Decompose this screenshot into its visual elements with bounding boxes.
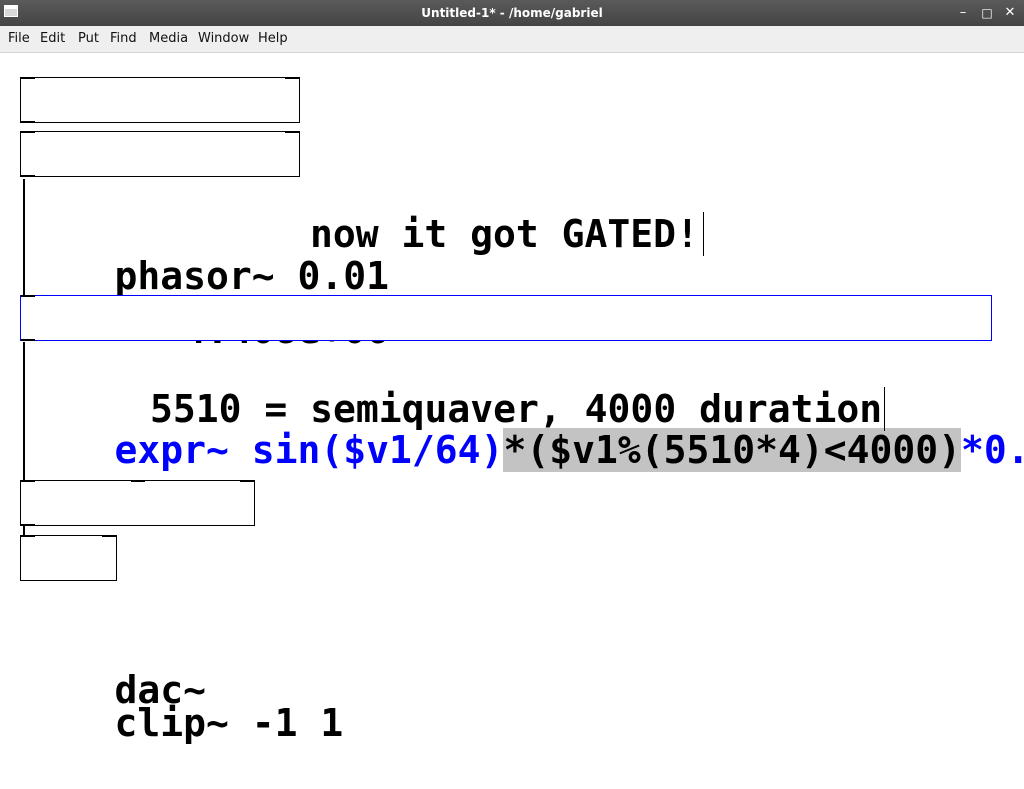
- inlet[interactable]: [21, 77, 35, 79]
- text-cursor: [884, 387, 886, 431]
- menu-window[interactable]: Window: [198, 26, 249, 52]
- expr-text-end[interactable]: *0.05: [961, 428, 1024, 472]
- comment-gated-text: now it got GATED!: [310, 212, 699, 256]
- minimize-icon[interactable]: –: [954, 4, 972, 22]
- menu-find[interactable]: Find: [110, 26, 137, 52]
- menu-media[interactable]: Media: [149, 26, 188, 52]
- outlet[interactable]: [21, 339, 35, 341]
- outlet[interactable]: [21, 121, 35, 123]
- inlet[interactable]: [285, 77, 299, 79]
- comment-gated[interactable]: now it got GATED!: [310, 212, 704, 256]
- comment-note[interactable]: 5510 = semiquaver, 4000 duration: [150, 387, 886, 431]
- inlet[interactable]: [21, 480, 35, 482]
- window-title: Untitled-1* - /home/gabriel: [421, 6, 603, 20]
- outlet[interactable]: [21, 524, 35, 526]
- close-icon[interactable]: ✕: [1001, 4, 1019, 22]
- text-cursor: [702, 212, 704, 256]
- menu-bar: File Edit Put Find Media Window Help: [0, 26, 1024, 53]
- expr-object[interactable]: expr~ sin($v1/64)*($v1%(5510*4)<4000)*0.…: [20, 295, 1024, 472]
- comment-note-text: 5510 = semiquaver, 4000 duration: [150, 387, 883, 431]
- inlet[interactable]: [21, 535, 35, 537]
- expr-text-selection[interactable]: *($v1%(5510*4)<4000): [503, 428, 962, 472]
- multiply-object[interactable]: *~ 4.408e+06: [20, 131, 389, 352]
- inlet[interactable]: [21, 131, 35, 133]
- menu-help[interactable]: Help: [258, 26, 288, 52]
- clip-object[interactable]: clip~ -1 1: [20, 480, 343, 745]
- inlet[interactable]: [131, 480, 145, 482]
- menu-file[interactable]: File: [8, 26, 30, 52]
- phasor-object-text: phasor~ 0.01: [114, 254, 390, 298]
- inlet[interactable]: [102, 535, 116, 537]
- inlet[interactable]: [240, 480, 254, 482]
- patch-canvas[interactable]: phasor~ 0.01 *~ 4.408e+06 now it got GAT…: [0, 54, 1024, 745]
- menu-put[interactable]: Put: [78, 26, 99, 52]
- dac-object-text: dac~: [114, 668, 207, 712]
- title-bar[interactable]: Untitled-1* - /home/gabriel – □ ✕: [0, 0, 1024, 26]
- phasor-object[interactable]: phasor~ 0.01: [20, 77, 389, 298]
- outlet[interactable]: [21, 175, 35, 177]
- maximize-icon[interactable]: □: [978, 4, 996, 22]
- expr-text-start[interactable]: expr~ sin($v1/64): [115, 428, 504, 472]
- menu-edit[interactable]: Edit: [40, 26, 65, 52]
- inlet[interactable]: [285, 131, 299, 133]
- inlet[interactable]: [21, 295, 35, 297]
- dac-object[interactable]: dac~: [20, 535, 206, 712]
